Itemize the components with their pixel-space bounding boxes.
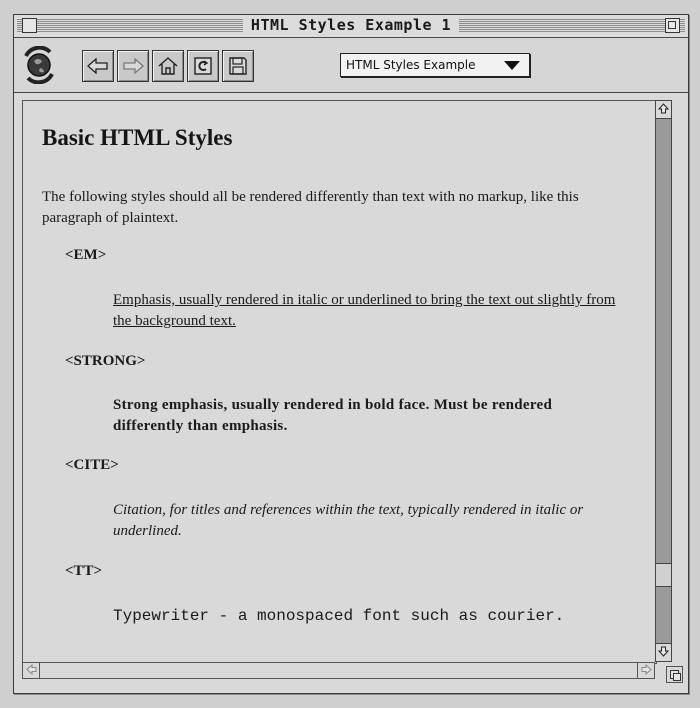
tag-tt: <TT> <box>65 563 103 579</box>
page-heading: Basic HTML Styles <box>42 125 233 150</box>
tt-example: Typewriter - a monospaced font such as c… <box>113 607 565 625</box>
window-title: HTML Styles Example 1 <box>242 16 460 34</box>
tag-cite: <CITE> <box>65 457 119 473</box>
tag-em: <EM> <box>65 247 107 263</box>
scroll-up-button[interactable] <box>656 101 671 119</box>
scroll-right-button[interactable] <box>637 663 654 678</box>
home-icon <box>157 56 179 76</box>
browser-window: HTML Styles Example 1 HTML Styles Exampl… <box>13 14 689 694</box>
arrow-up-icon <box>657 101 670 119</box>
history-popup[interactable]: HTML Styles Example <box>340 53 530 77</box>
save-button[interactable] <box>222 50 254 82</box>
reload-icon <box>193 56 213 76</box>
vertical-scroll-thumb[interactable] <box>656 563 671 587</box>
back-icon <box>87 58 109 74</box>
reload-button[interactable] <box>187 50 219 82</box>
zoom-box[interactable] <box>665 18 680 33</box>
scroll-down-button[interactable] <box>656 643 671 661</box>
resize-grow-box[interactable] <box>666 666 683 683</box>
arrow-down-icon <box>657 644 670 662</box>
cite-example: Citation, for titles and references with… <box>113 502 584 539</box>
scroll-left-button[interactable] <box>23 663 40 678</box>
vertical-scrollbar[interactable] <box>655 100 672 662</box>
history-popup-label: HTML Styles Example <box>346 58 476 72</box>
toolbar: HTML Styles Example <box>14 38 688 93</box>
page-content: Basic HTML Styles The following styles s… <box>22 100 657 664</box>
intro-paragraph: The following styles should all be rende… <box>42 189 579 226</box>
back-button[interactable] <box>82 50 114 82</box>
tag-strong: <STRONG> <box>65 353 146 369</box>
horizontal-scrollbar[interactable] <box>22 662 655 679</box>
globe-icon <box>20 45 58 85</box>
forward-button[interactable] <box>117 50 149 82</box>
arrow-left-icon <box>25 662 37 680</box>
em-example: Emphasis, usually rendered in italic or … <box>113 292 616 329</box>
title-bar[interactable]: HTML Styles Example 1 <box>14 15 688 38</box>
close-box[interactable] <box>22 18 37 33</box>
forward-icon <box>122 58 144 74</box>
home-button[interactable] <box>152 50 184 82</box>
chevron-down-icon <box>504 60 520 70</box>
save-icon <box>228 56 248 76</box>
strong-example: Strong emphasis, usually rendered in bol… <box>113 397 553 434</box>
arrow-right-icon <box>641 662 652 680</box>
